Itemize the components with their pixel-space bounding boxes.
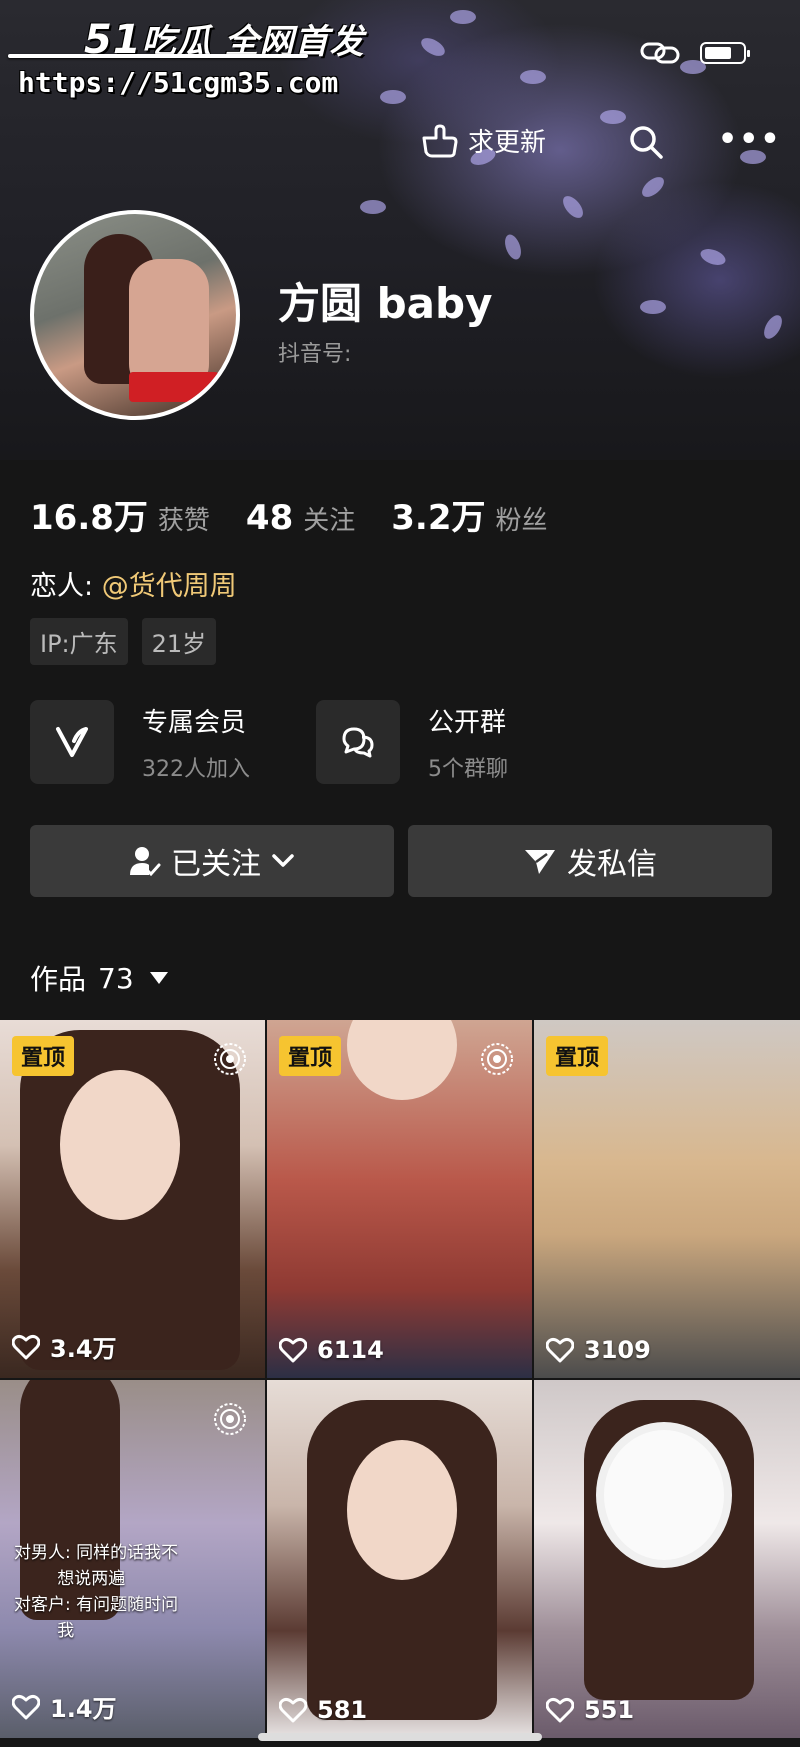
link-icon: [640, 42, 680, 64]
live-photo-icon: [481, 1043, 513, 1075]
like-count: 581: [279, 1696, 367, 1724]
send-icon: [525, 850, 555, 874]
more-options-icon[interactable]: •••: [718, 125, 782, 155]
avatar[interactable]: [30, 210, 240, 420]
ip-tag: IP:广东: [30, 618, 128, 665]
following-button[interactable]: 已关注: [30, 825, 394, 897]
lover-label: 恋人:: [30, 571, 94, 602]
like-count: 1.4万: [12, 1689, 117, 1724]
pinned-badge: 置顶: [546, 1036, 609, 1076]
heart-icon: [546, 1697, 574, 1723]
battery-icon: [700, 42, 750, 64]
public-group-entry[interactable]: 公开群 5个群聊: [316, 700, 508, 784]
following-label[interactable]: 关注: [303, 500, 355, 537]
video-caption: 对男人: 同样的话我不 想说两遍 对客户: 有问题随时问 我: [14, 1543, 179, 1641]
heart-icon: [12, 1334, 40, 1359]
video-thumbnail[interactable]: 置顶 6114: [267, 1020, 532, 1378]
works-label: 作品: [30, 963, 87, 996]
pinned-badge: 置顶: [12, 1036, 75, 1076]
profile-tags: IP:广东 21岁: [30, 618, 217, 665]
live-photo-icon: [214, 1043, 246, 1075]
group-subtitle: 5个群聊: [428, 756, 508, 782]
group-title: 公开群: [428, 707, 507, 738]
lover-row: 恋人: @货代周周: [30, 564, 237, 603]
live-photo-icon: [214, 1403, 246, 1435]
watermark-url: https://51cgm35.com: [18, 66, 339, 99]
age-tag: 21岁: [141, 618, 217, 665]
following-count[interactable]: 48: [246, 498, 293, 538]
video-thumbnail[interactable]: 对男人: 同样的话我不 想说两遍 对客户: 有问题随时问 我 1.4万: [0, 1380, 265, 1738]
profile-stats: 16.8万 获赞 48 关注 3.2万 粉丝: [30, 490, 584, 539]
douyin-id-label: 抖音号:: [278, 342, 352, 367]
like-count: 3109: [546, 1336, 651, 1364]
caret-down-icon: [149, 972, 168, 984]
request-update-label: 求更新: [468, 128, 547, 158]
video-thumbnail[interactable]: 581: [267, 1380, 532, 1738]
chevron-down-icon: [272, 854, 294, 867]
like-count: 6114: [279, 1336, 384, 1364]
exclusive-member-entry[interactable]: 专属会员 322人加入: [30, 700, 250, 784]
followers-count[interactable]: 3.2万: [391, 490, 485, 539]
heart-icon: [279, 1697, 307, 1723]
video-thumbnail[interactable]: 置顶 3109: [534, 1020, 800, 1378]
like-count: 3.4万: [12, 1329, 117, 1364]
works-tab[interactable]: 作品 73: [30, 958, 168, 998]
pinned-badge: 置顶: [279, 1036, 342, 1076]
watermark-underline: [8, 54, 308, 58]
member-title: 专属会员: [142, 707, 247, 738]
likes-count: 16.8万: [30, 498, 148, 538]
search-icon[interactable]: [628, 124, 664, 160]
video-thumbnail[interactable]: 551: [534, 1380, 800, 1738]
heart-icon: [546, 1337, 574, 1363]
user-check-icon: [130, 847, 161, 877]
chat-group-icon: [316, 700, 400, 784]
followers-label[interactable]: 粉丝: [495, 500, 547, 537]
heart-icon: [279, 1337, 307, 1363]
send-message-button[interactable]: 发私信: [408, 825, 772, 897]
home-indicator[interactable]: [258, 1733, 542, 1741]
profile-name: 方圆 baby: [278, 279, 493, 328]
likes-label: 获赞: [157, 506, 210, 536]
v-member-icon: [30, 700, 114, 784]
member-subtitle: 322人加入: [142, 756, 250, 782]
like-count: 551: [546, 1696, 634, 1724]
lover-link[interactable]: @货代周周: [102, 571, 237, 602]
video-thumbnail[interactable]: 置顶 3.4万: [0, 1020, 265, 1378]
following-button-label: 已关注: [171, 847, 261, 882]
video-grid: 置顶 3.4万 置顶 6114 置顶 3109 对男人: 同样的话我不 想说两遍…: [0, 1020, 800, 1738]
send-message-label: 发私信: [567, 847, 657, 882]
works-count: 73: [98, 961, 134, 995]
pointing-hand-icon: [422, 124, 458, 157]
heart-icon: [12, 1694, 40, 1719]
request-update-button[interactable]: 求更新: [420, 122, 546, 159]
